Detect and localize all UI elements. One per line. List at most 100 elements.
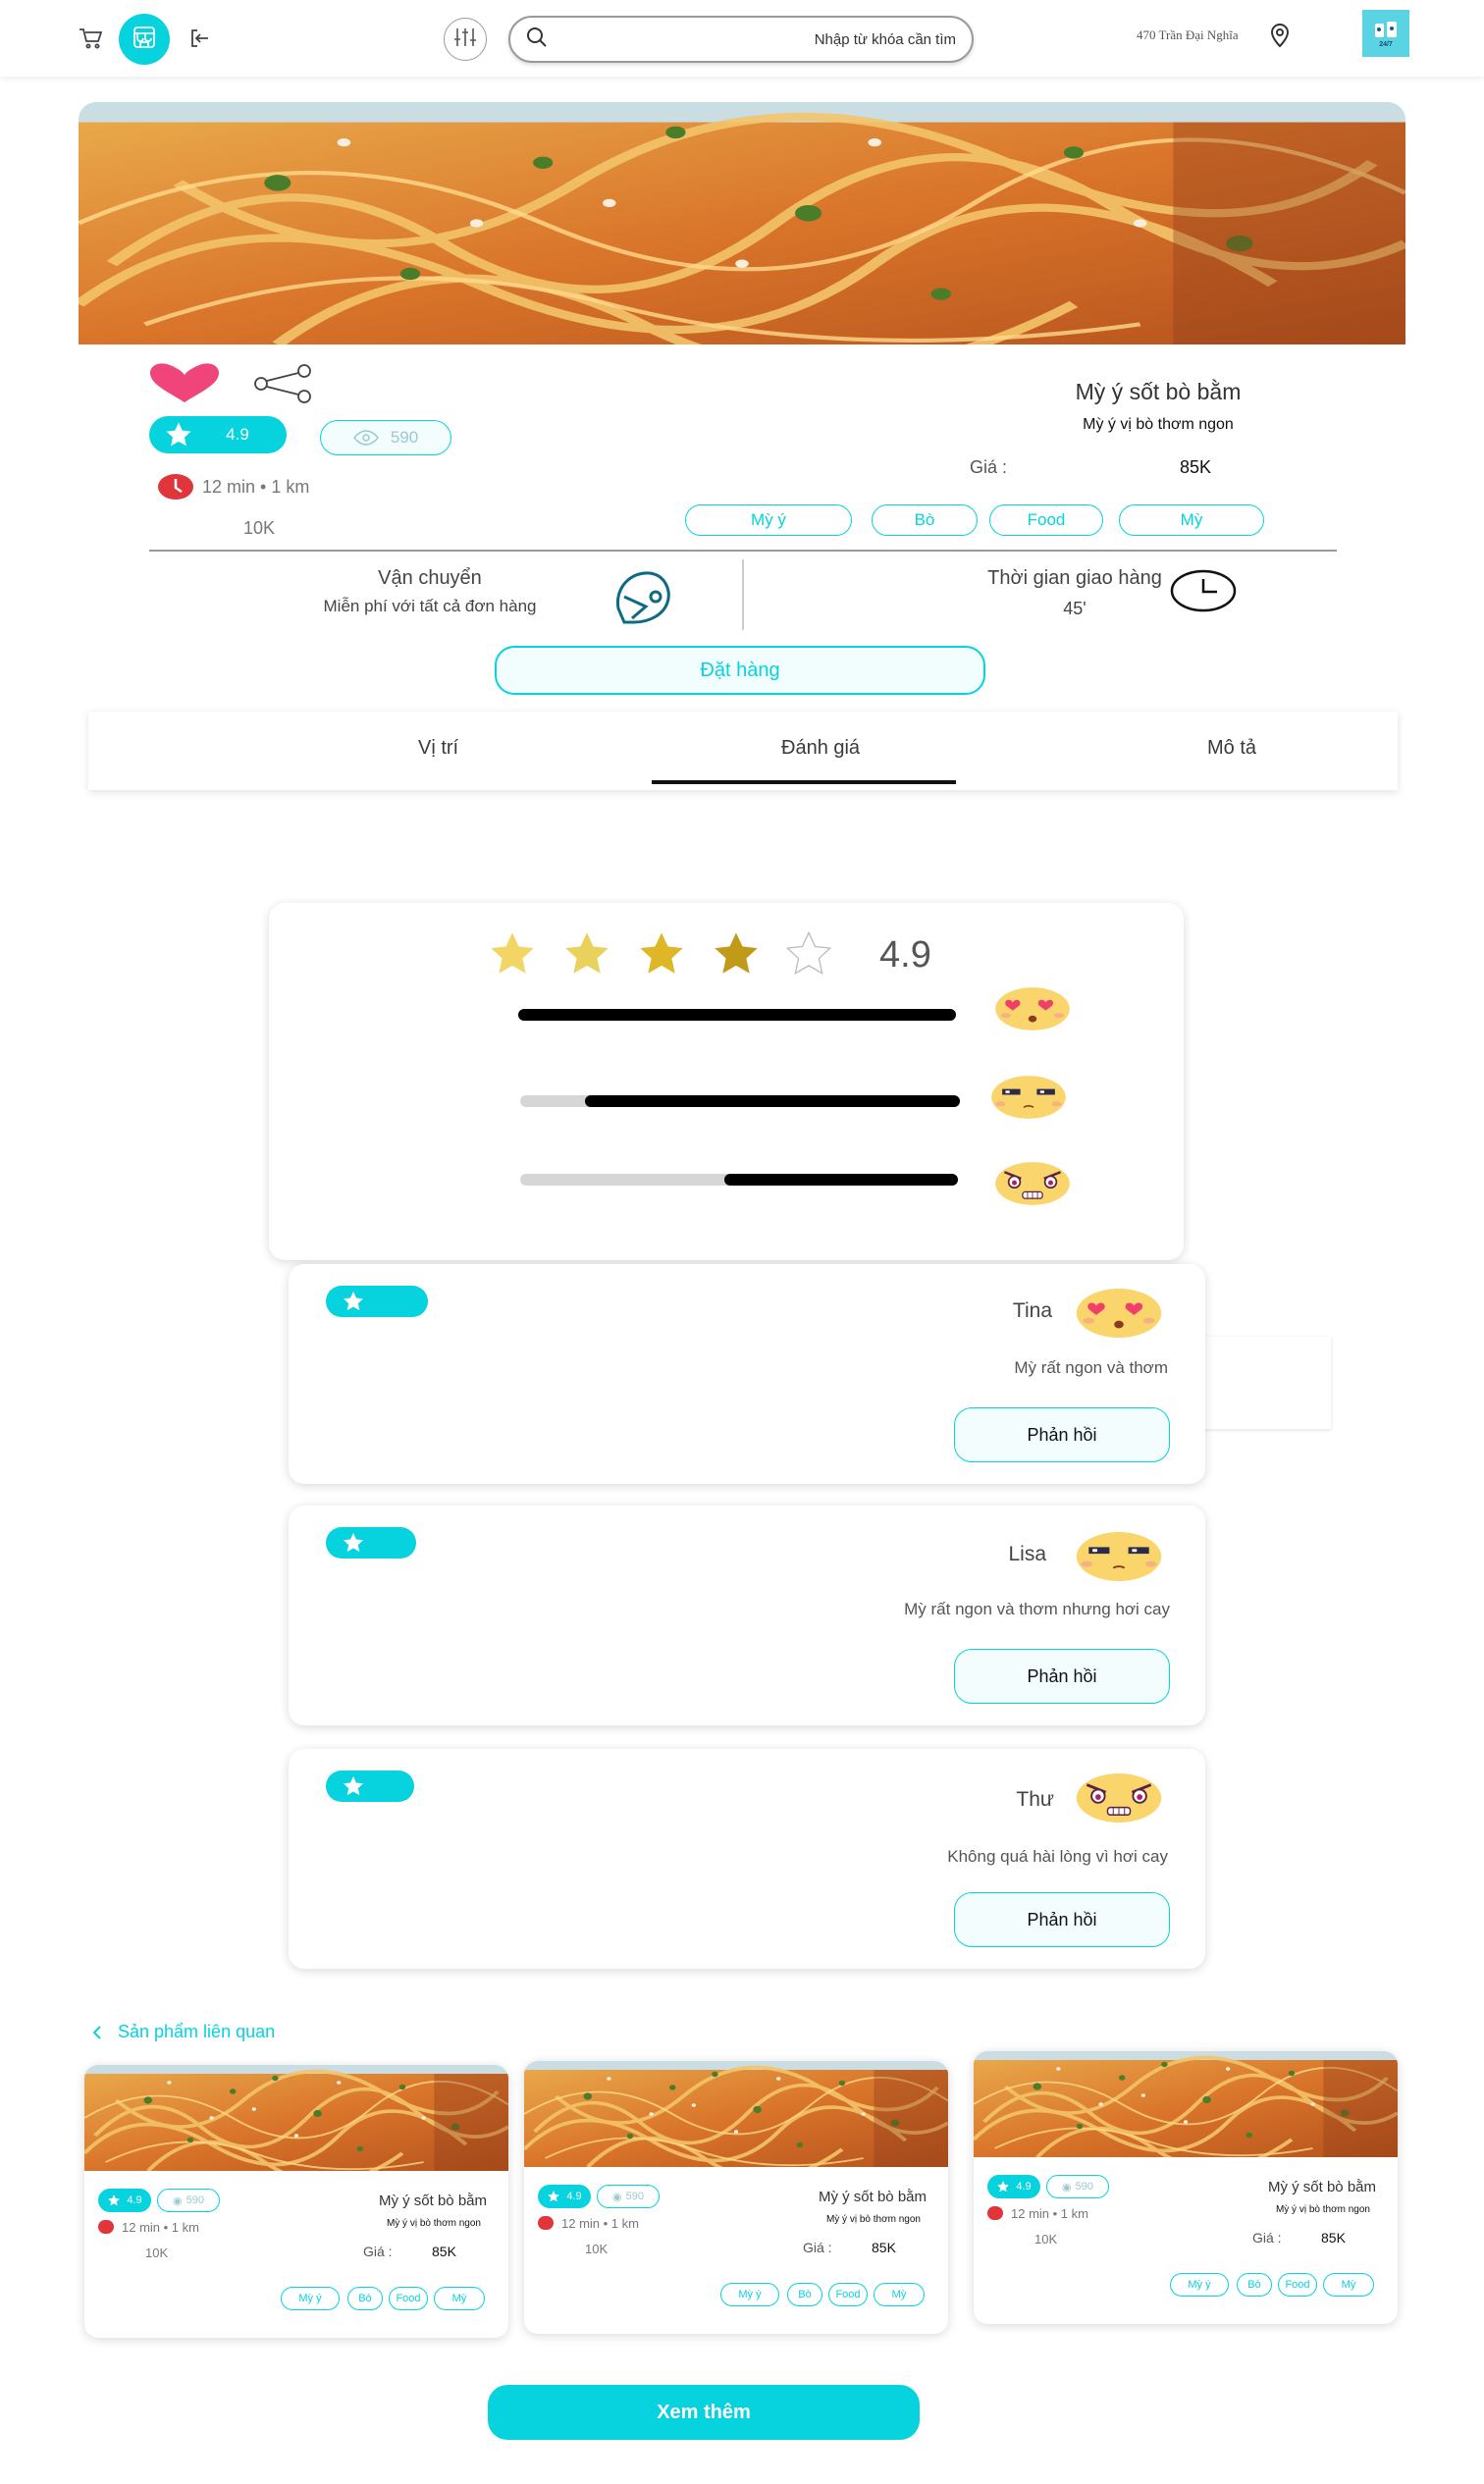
star-icon <box>565 932 609 974</box>
views-badge: ◉ 590 <box>1046 2175 1109 2198</box>
product-subtitle: Mỳ ý vị bò thơm ngon <box>825 2214 921 2225</box>
tag-chip[interactable]: Food <box>1278 2273 1317 2297</box>
related-header[interactable]: Sản phẩm liên quan <box>90 2022 275 2042</box>
tab-reviews[interactable]: Đánh giá <box>781 737 860 760</box>
time-distance: 12 min • 1 km <box>561 2216 639 2231</box>
tag-chip[interactable]: Food <box>989 504 1103 536</box>
love-emoji-icon <box>995 987 1070 1031</box>
star-icon <box>547 2190 560 2203</box>
review-comment: Mỳ rất ngon và thơm nhưng hơi cay <box>904 1600 1170 1618</box>
rating-bar-fill <box>585 1095 960 1107</box>
star-icon <box>340 1290 367 1313</box>
store-icon <box>132 26 157 54</box>
shipping-cost: 10K <box>585 2242 609 2256</box>
views-value: 590 <box>186 2194 204 2206</box>
active-tab-indicator <box>652 780 956 784</box>
tag-chip[interactable]: Mỳ <box>434 2287 485 2310</box>
price-label: Giá : <box>803 2240 832 2255</box>
tag-chip[interactable]: Mỳ <box>1323 2273 1374 2297</box>
favorite-heart-icon[interactable] <box>150 363 219 407</box>
angry-emoji-icon <box>993 1160 1072 1207</box>
tag-chip[interactable]: Bò <box>787 2283 822 2306</box>
neutral-emoji-icon <box>990 1075 1067 1120</box>
price-value: 85K <box>1321 2230 1346 2246</box>
reply-button[interactable]: Phản hồi <box>954 1892 1170 1947</box>
tag-chip[interactable]: Mỳ ý <box>1170 2273 1229 2297</box>
delivery-time-value: 45' <box>1063 599 1086 618</box>
star-icon <box>996 2180 1010 2193</box>
tag-chip[interactable]: Mỳ <box>874 2283 925 2306</box>
tab-description[interactable]: Mô tả <box>1207 737 1256 760</box>
tag-chip[interactable]: Mỳ <box>1119 504 1264 536</box>
related-product-card[interactable]: 4.9 ◉ 590 12 min • 1 km 10K Mỳ ý sốt bò b… <box>524 2061 948 2334</box>
product-image <box>974 2051 1398 2157</box>
address-text[interactable]: 470 Trần Đại Nghĩa <box>1137 27 1239 43</box>
related-product-card[interactable]: 4.9 ◉ 590 12 min • 1 km 10K Mỳ ý sốt bò b… <box>974 2051 1398 2324</box>
star-icon <box>340 1531 367 1555</box>
tag-chip[interactable]: Bò <box>872 504 978 536</box>
price-value: 85K <box>1180 457 1212 477</box>
reply-button[interactable]: Phản hồi <box>954 1649 1170 1704</box>
rating-value: 4.9 <box>566 2191 582 2202</box>
see-more-button[interactable]: Xem thêm <box>488 2385 920 2440</box>
star-icon <box>715 932 758 974</box>
product-subtitle: Mỳ ý vị bò thơm ngon <box>1275 2204 1370 2215</box>
product-hero-image <box>79 102 1405 344</box>
tag-chip[interactable]: Bò <box>1237 2273 1272 2297</box>
review-card: Thư Không quá hài lòng vì hơi cay Phản h… <box>289 1749 1205 1969</box>
star-icon <box>640 932 683 974</box>
tag-chip[interactable]: Mỳ ý <box>720 2283 779 2306</box>
top-header: Nhập từ khóa cần tìm 470 Trần Đại Nghĩa … <box>0 0 1484 77</box>
review-comment: Không quá hài lòng vì hơi cay <box>947 1847 1168 1866</box>
side-panel <box>1197 1337 1331 1429</box>
views-value: 590 <box>625 2191 644 2202</box>
tag-chip[interactable]: Mỳ ý <box>281 2287 340 2310</box>
rating-score: 4.9 <box>879 934 931 976</box>
filter-button[interactable] <box>444 18 487 61</box>
tab-location[interactable]: Vị trí <box>418 737 458 760</box>
store-button[interactable] <box>119 14 170 65</box>
tag-chip[interactable]: Food <box>828 2283 868 2306</box>
cart-icon[interactable] <box>77 26 104 51</box>
app-logo[interactable]: 24/7 <box>1362 10 1409 57</box>
product-subtitle: Mỳ ý vị bò thơm ngon <box>1083 416 1234 433</box>
search-input[interactable]: Nhập từ khóa cần tìm <box>815 31 956 48</box>
reviewer-name: Tina <box>1012 1299 1052 1322</box>
clock-outline-icon <box>1170 569 1237 617</box>
shipping-cost: 10K <box>243 518 276 538</box>
shipping-cost: 10K <box>145 2246 169 2260</box>
tag-chip[interactable]: Bò <box>347 2287 383 2310</box>
rating-badge: 4.9 <box>538 2185 591 2208</box>
eye-icon: ◉ <box>1062 2181 1072 2193</box>
logout-icon[interactable] <box>186 26 212 51</box>
rating-bar-fill <box>724 1174 958 1186</box>
review-card: Tina Mỳ rất ngon và thơm Phản hồi <box>289 1264 1205 1484</box>
related-title: Sản phẩm liên quan <box>118 2022 276 2041</box>
sliders-icon <box>453 26 477 53</box>
search-bar[interactable]: Nhập từ khóa cần tìm <box>508 16 974 63</box>
reviewer-name: Lisa <box>1008 1543 1046 1565</box>
product-name: Mỳ ý sốt bò bằm <box>1075 379 1242 404</box>
detail-tabs: Vị trí Đánh giá Mô tả <box>88 712 1398 790</box>
rating-stars <box>491 931 831 975</box>
location-pin-icon[interactable] <box>1269 22 1291 49</box>
related-product-card[interactable]: 4.9 ◉ 590 12 min • 1 km 10K Mỳ ý sốt bò b… <box>84 2065 508 2338</box>
review-rating-pill <box>326 1771 414 1802</box>
order-button[interactable]: Đặt hàng <box>495 646 985 695</box>
share-icon[interactable] <box>253 363 314 409</box>
helmet-icon <box>610 567 673 631</box>
neutral-emoji-icon <box>1075 1531 1163 1582</box>
views-value: 590 <box>1075 2181 1093 2193</box>
tag-chip[interactable]: Mỳ ý <box>685 504 852 536</box>
rating-badge: 4.9 <box>149 416 287 453</box>
search-icon <box>526 26 548 53</box>
price-label: Giá : <box>1252 2230 1282 2246</box>
rating-badge: 4.9 <box>987 2175 1040 2198</box>
views-badge: 590 <box>320 420 451 455</box>
star-icon <box>159 420 198 449</box>
tag-chip[interactable]: Food <box>389 2287 428 2310</box>
divider <box>149 550 1337 552</box>
reply-button[interactable]: Phản hồi <box>954 1407 1170 1462</box>
star-icon <box>491 932 534 974</box>
product-name: Mỳ ý sốt bò bằm <box>818 2189 927 2205</box>
